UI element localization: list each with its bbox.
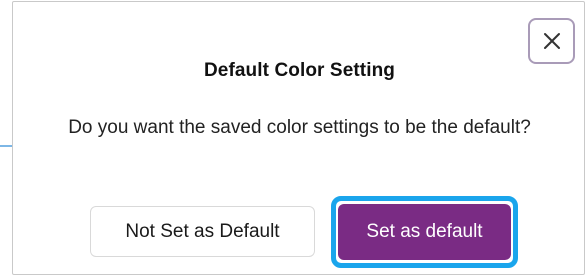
dialog-message: Do you want the saved color settings to …	[68, 117, 531, 138]
not-set-as-default-button[interactable]: Not Set as Default	[90, 206, 315, 257]
set-as-default-button[interactable]: Set as default	[338, 204, 511, 260]
close-icon	[543, 32, 561, 50]
screen: Default Color Setting Do you want the sa…	[0, 0, 587, 278]
background-accent-line	[0, 145, 12, 147]
dialog-title: Default Color Setting	[203, 60, 396, 81]
default-color-dialog: Default Color Setting Do you want the sa…	[12, 1, 585, 275]
close-button[interactable]	[528, 18, 575, 64]
